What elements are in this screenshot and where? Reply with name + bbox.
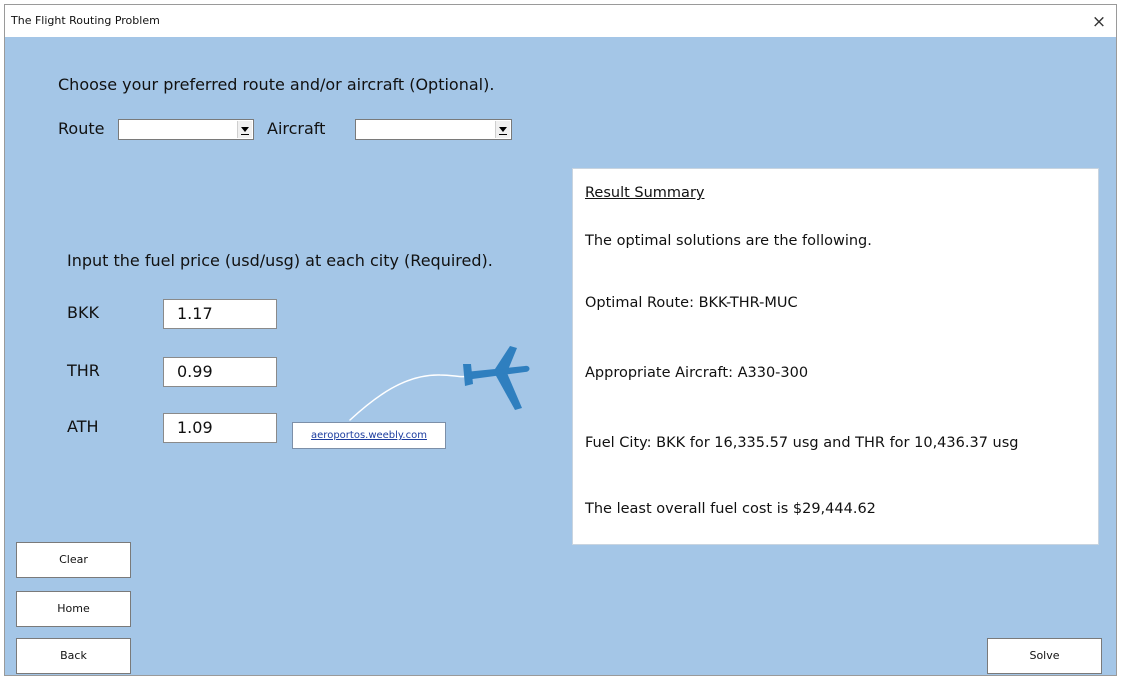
title-bar: The Flight Routing Problem × bbox=[5, 5, 1116, 37]
selection-heading: Choose your preferred route and/or aircr… bbox=[58, 75, 495, 94]
fuel-price-input-ath[interactable]: 1.09 bbox=[163, 413, 277, 443]
result-cost: The least overall fuel cost is $29,444.6… bbox=[585, 501, 876, 517]
result-fuel-city: Fuel City: BKK for 16,335.57 usg and THR… bbox=[585, 435, 1019, 451]
website-link[interactable]: aeroportos.weebly.com bbox=[292, 422, 446, 449]
result-title: Result Summary bbox=[585, 185, 705, 201]
airplane-icon bbox=[349, 346, 530, 421]
city-label-thr: THR bbox=[67, 361, 100, 380]
home-button[interactable]: Home bbox=[16, 591, 131, 627]
solve-button[interactable]: Solve bbox=[987, 638, 1102, 674]
city-label-ath: ATH bbox=[67, 417, 99, 436]
fuel-price-input-thr[interactable]: 0.99 bbox=[163, 357, 277, 387]
fuel-heading: Input the fuel price (usd/usg) at each c… bbox=[67, 251, 493, 270]
aircraft-dropdown[interactable] bbox=[355, 119, 512, 140]
window-title: The Flight Routing Problem bbox=[11, 14, 160, 27]
chevron-down-icon[interactable] bbox=[237, 121, 252, 138]
chevron-down-icon[interactable] bbox=[495, 121, 510, 138]
result-route: Optimal Route: BKK-THR-MUC bbox=[585, 295, 798, 311]
close-icon[interactable]: × bbox=[1088, 11, 1110, 33]
fuel-price-input-bkk[interactable]: 1.17 bbox=[163, 299, 277, 329]
app-window: The Flight Routing Problem × Choose your… bbox=[4, 4, 1117, 676]
aircraft-label: Aircraft bbox=[267, 119, 326, 138]
form-body: Choose your preferred route and/or aircr… bbox=[5, 37, 1116, 675]
clear-button[interactable]: Clear bbox=[16, 542, 131, 578]
back-button[interactable]: Back bbox=[16, 638, 131, 674]
result-intro: The optimal solutions are the following. bbox=[585, 233, 872, 249]
city-label-bkk: BKK bbox=[67, 303, 99, 322]
result-aircraft: Appropriate Aircraft: A330-300 bbox=[585, 365, 809, 381]
route-label: Route bbox=[58, 119, 105, 138]
route-dropdown[interactable] bbox=[118, 119, 254, 140]
result-summary-panel: Result Summary The optimal solutions are… bbox=[572, 168, 1099, 545]
